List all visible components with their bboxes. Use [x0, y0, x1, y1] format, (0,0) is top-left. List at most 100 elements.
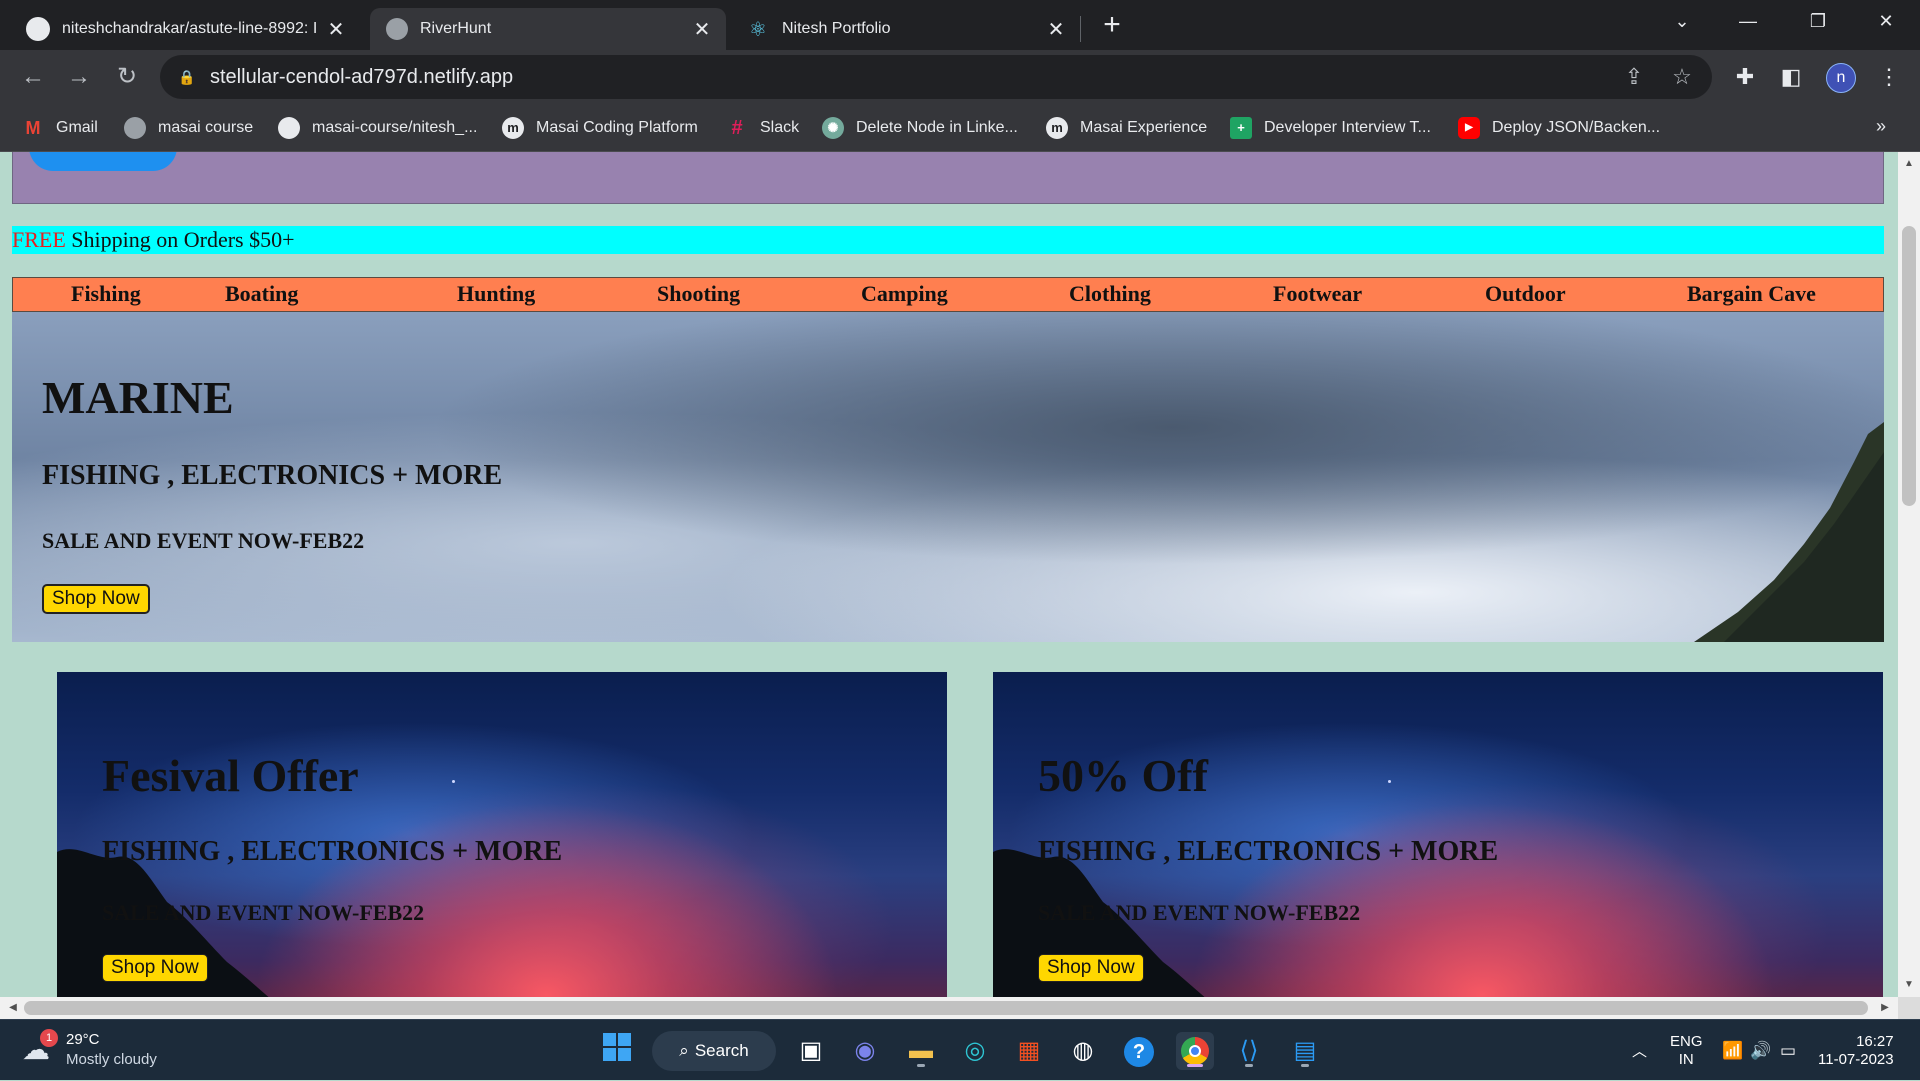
tab-github[interactable]: niteshchandrakar/astute-line-8992: I ✕ [10, 8, 360, 50]
menu-item-camping[interactable]: Camping [861, 281, 948, 307]
language-indicator[interactable]: ENG IN [1670, 1020, 1703, 1081]
shipping-bar: FREE Shipping on Orders $50+ [12, 226, 1884, 254]
weather-badge: 1 [40, 1029, 58, 1047]
minimize-button[interactable]: — [1720, 0, 1776, 42]
close-tab-icon[interactable]: ✕ [690, 17, 714, 42]
github-desktop-icon[interactable]: ◍ [1064, 1032, 1102, 1070]
vertical-scroll-thumb[interactable] [1902, 226, 1916, 506]
tab-separator [1080, 16, 1081, 42]
share-icon[interactable]: ⇪ [1620, 63, 1648, 91]
bookmark-developer-interview[interactable]: + Developer Interview T... [1230, 114, 1431, 142]
menu-item-boating[interactable]: Boating [225, 281, 298, 307]
hero-banner: MARINE FISHING , ELECTRONICS + MORE SALE… [12, 312, 1884, 642]
taskbar-search[interactable]: ⌕ Search [652, 1031, 776, 1071]
file-explorer-icon[interactable]: ▬ [902, 1032, 940, 1070]
forward-button[interactable]: → [62, 60, 96, 94]
bookmark-masai-experience[interactable]: m Masai Experience [1046, 114, 1207, 142]
horizontal-scroll-thumb[interactable] [24, 1001, 1868, 1015]
extensions-icon[interactable]: ✚ [1728, 60, 1762, 94]
battery-icon[interactable]: ▭ [1780, 1020, 1796, 1081]
bookmark-slack[interactable]: # Slack [726, 114, 799, 142]
card-event: SALE AND EVENT NOW-FEB22 [102, 900, 425, 925]
microsoft-store-icon[interactable]: ▦ [1010, 1032, 1048, 1070]
card-subtitle: FISHING , ELECTRONICS + MORE [102, 836, 563, 867]
new-tab-button[interactable]: + [1096, 10, 1128, 42]
banner-button[interactable] [29, 152, 177, 171]
scroll-left-arrow-icon[interactable]: ◀ [2, 998, 24, 1018]
vertical-scrollbar[interactable]: ▲ ▼ [1898, 152, 1920, 997]
teams-chat-icon[interactable]: ◉ [846, 1032, 884, 1070]
vscode-icon[interactable]: ⟨⟩ [1230, 1032, 1268, 1070]
restore-button[interactable]: ❐ [1790, 0, 1846, 42]
menu-item-clothing[interactable]: Clothing [1069, 281, 1151, 307]
horizontal-scrollbar[interactable]: ◀ ▶ [0, 997, 1898, 1019]
bookmark-masai-course[interactable]: masai course [124, 114, 253, 142]
bookmarks-bar: M Gmail masai course masai-course/nitesh… [0, 104, 1920, 152]
address-bar[interactable]: 🔒 stellular-cendol-ad797d.netlify.app ⇪ … [160, 55, 1712, 99]
tab-riverhunt[interactable]: RiverHunt ✕ [370, 8, 726, 50]
globe-icon [124, 117, 146, 139]
menu-item-outdoor[interactable]: Outdoor [1485, 281, 1566, 307]
shop-now-button[interactable]: Shop Now [102, 954, 208, 982]
clock[interactable]: 16:27 11-07-2023 [1818, 1020, 1894, 1081]
menu-item-bargain-cave[interactable]: Bargain Cave [1687, 281, 1816, 307]
help-icon[interactable]: ? [1120, 1032, 1158, 1070]
back-button[interactable]: ← [16, 60, 50, 94]
tab-strip: niteshchandrakar/astute-line-8992: I ✕ R… [0, 0, 1920, 50]
reload-button[interactable]: ↻ [110, 60, 144, 94]
bookmark-deploy-json[interactable]: ▶ Deploy JSON/Backen... [1458, 114, 1660, 142]
card-subtitle: FISHING , ELECTRONICS + MORE [1038, 836, 1499, 867]
wifi-icon[interactable]: 📶 [1722, 1020, 1743, 1081]
category-menu: Fishing Boating Hunting Shooting Camping… [12, 277, 1884, 312]
menu-item-fishing[interactable]: Fishing [71, 281, 141, 307]
bookmarks-overflow-icon[interactable]: » [1876, 116, 1886, 137]
menu-kebab-icon[interactable]: ⋮ [1872, 60, 1906, 94]
globe-icon [386, 18, 408, 40]
close-tab-icon[interactable]: ✕ [324, 17, 348, 42]
browser-toolbar: ← → ↻ 🔒 stellular-cendol-ad797d.netlify.… [0, 50, 1920, 104]
bookmark-masai-github[interactable]: masai-course/nitesh_... [278, 114, 477, 142]
scroll-up-arrow-icon[interactable]: ▲ [1898, 154, 1920, 174]
slack-icon: # [731, 117, 743, 139]
top-banner [12, 152, 1884, 204]
bookmark-gmail[interactable]: M Gmail [22, 114, 98, 142]
weather-widget[interactable]: ☁ 1 29°C Mostly cloudy [22, 1029, 157, 1070]
chrome-icon[interactable] [1176, 1032, 1214, 1070]
notepad-icon[interactable]: ▤ [1286, 1032, 1324, 1070]
shop-now-button[interactable]: Shop Now [42, 584, 150, 614]
bookmark-label: Gmail [56, 119, 98, 136]
hero-subtitle: FISHING , ELECTRONICS + MORE [42, 460, 503, 491]
shop-now-button[interactable]: Shop Now [1038, 954, 1144, 982]
url-text[interactable]: stellular-cendol-ad797d.netlify.app [210, 66, 513, 89]
volume-icon[interactable]: 🔊 [1750, 1020, 1771, 1081]
card-content: Fesival Offer FISHING , ELECTRONICS + MO… [102, 750, 562, 982]
side-panel-icon[interactable]: ◧ [1774, 60, 1808, 94]
tab-title: RiverHunt [420, 20, 492, 37]
close-window-button[interactable]: ✕ [1858, 0, 1914, 42]
scrollbar-corner [1898, 997, 1920, 1019]
close-tab-icon[interactable]: ✕ [1044, 17, 1068, 42]
menu-item-hunting[interactable]: Hunting [457, 281, 535, 307]
hero-content: MARINE FISHING , ELECTRONICS + MORE SALE… [42, 372, 502, 614]
tab-search-chevron-icon[interactable]: ⌄ [1654, 0, 1710, 42]
scroll-right-arrow-icon[interactable]: ▶ [1874, 998, 1896, 1018]
menu-item-shooting[interactable]: Shooting [657, 281, 740, 307]
github-icon [26, 17, 50, 41]
windows-start-icon[interactable] [598, 1032, 636, 1070]
search-icon: ⌕ [679, 1041, 689, 1060]
scroll-down-arrow-icon[interactable]: ▼ [1898, 975, 1920, 995]
tab-portfolio[interactable]: ⚛ Nitesh Portfolio ✕ [730, 8, 1080, 50]
clock-time: 16:27 [1856, 1032, 1894, 1050]
offer-card-festival: Fesival Offer FISHING , ELECTRONICS + MO… [57, 672, 947, 997]
menu-item-footwear[interactable]: Footwear [1273, 281, 1362, 307]
profile-avatar[interactable]: n [1826, 63, 1856, 93]
edge-icon[interactable]: ◎ [956, 1032, 994, 1070]
bookmark-delete-node[interactable]: ✺ Delete Node in Linke... [822, 114, 1018, 142]
bookmark-label: masai course [158, 119, 254, 136]
bookmark-masai-coding[interactable]: m Masai Coding Platform [502, 114, 698, 142]
mountain-image [1694, 422, 1884, 642]
task-view-icon[interactable]: ▣ [792, 1032, 830, 1070]
tray-overflow-icon[interactable]: ︿ [1632, 1020, 1647, 1081]
bookmark-star-icon[interactable]: ☆ [1668, 63, 1696, 91]
card-title: 50% Off [1038, 750, 1208, 801]
